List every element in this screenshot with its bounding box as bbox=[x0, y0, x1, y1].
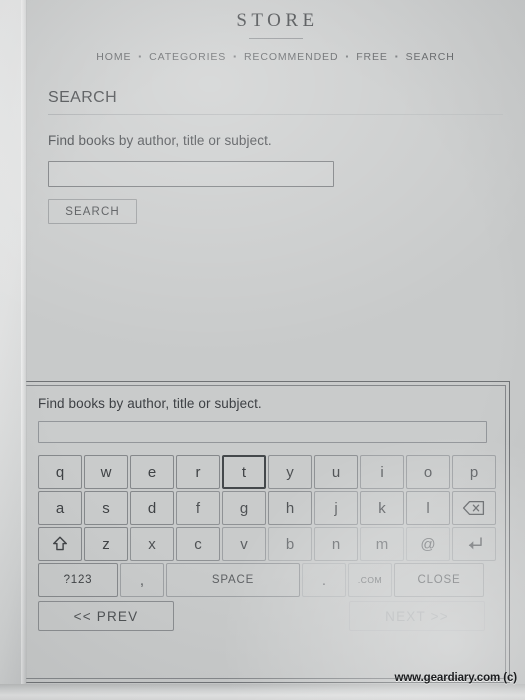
search-input[interactable] bbox=[48, 161, 334, 187]
prev-page-button[interactable]: << PREV bbox=[38, 601, 174, 631]
key-k[interactable]: k bbox=[360, 491, 404, 525]
store-page: STORE HOME ▪ CATEGORIES ▪ RECOMMENDED ▪ … bbox=[26, 0, 525, 224]
key-i[interactable]: i bbox=[360, 455, 404, 489]
key-h[interactable]: h bbox=[268, 491, 312, 525]
key-x[interactable]: x bbox=[130, 527, 174, 561]
key-space[interactable]: SPACE bbox=[166, 563, 300, 597]
key-o[interactable]: o bbox=[406, 455, 450, 489]
key-p[interactable]: p bbox=[452, 455, 496, 489]
key-u[interactable]: u bbox=[314, 455, 358, 489]
key-numbers[interactable]: ?123 bbox=[38, 563, 118, 597]
key-backspace[interactable] bbox=[452, 491, 496, 525]
key-close[interactable]: CLOSE bbox=[394, 563, 484, 597]
key-enter[interactable] bbox=[452, 527, 496, 561]
device-bezel-left-edge bbox=[21, 0, 27, 700]
key-e[interactable]: e bbox=[130, 455, 174, 489]
key-f[interactable]: f bbox=[176, 491, 220, 525]
search-button[interactable]: SEARCH bbox=[48, 199, 137, 224]
nav-separator-icon: ▪ bbox=[394, 52, 399, 61]
key-b[interactable]: b bbox=[268, 527, 312, 561]
key-at[interactable]: @ bbox=[406, 527, 450, 561]
store-title: STORE bbox=[236, 10, 319, 31]
nav-item-recommended[interactable]: RECOMMENDED bbox=[244, 51, 339, 63]
nav-item-free[interactable]: FREE bbox=[356, 51, 388, 63]
key-q[interactable]: q bbox=[38, 455, 82, 489]
keyboard-keys: q w e r t y u i o p a s d f g h j k l z x c v b n m @ ?123, SPACE. .C… bbox=[38, 455, 499, 597]
nav-item-search[interactable]: SEARCH bbox=[406, 51, 455, 63]
keyboard-row-3: z x c v b n m @ bbox=[38, 527, 499, 561]
keyboard-panel: Find books by author, title or subject. … bbox=[19, 381, 510, 683]
shift-icon bbox=[50, 534, 70, 554]
key-c[interactable]: c bbox=[176, 527, 220, 561]
keyboard-search-input[interactable] bbox=[38, 421, 487, 443]
key-y[interactable]: y bbox=[268, 455, 312, 489]
key-period[interactable]: . bbox=[302, 563, 346, 597]
keyboard-pagination: << PREV NEXT >> bbox=[38, 601, 485, 631]
nav-separator-icon: ▪ bbox=[345, 52, 350, 61]
search-prompt-label: Find books by author, title or subject. bbox=[48, 133, 272, 148]
key-w[interactable]: w bbox=[84, 455, 128, 489]
next-page-button[interactable]: NEXT >> bbox=[349, 601, 485, 631]
key-comma[interactable]: , bbox=[120, 563, 164, 597]
key-l[interactable]: l bbox=[406, 491, 450, 525]
key-v[interactable]: v bbox=[222, 527, 266, 561]
keyboard-row-2: asdfghjkl bbox=[38, 491, 499, 525]
key-z[interactable]: z bbox=[84, 527, 128, 561]
enter-icon bbox=[464, 535, 484, 553]
key-dotcom[interactable]: .COM bbox=[348, 563, 392, 597]
store-header: STORE HOME ▪ CATEGORIES ▪ RECOMMENDED ▪ … bbox=[26, 10, 525, 63]
keyboard-prompt-label: Find books by author, title or subject. bbox=[38, 396, 262, 411]
key-t[interactable]: t bbox=[222, 455, 266, 489]
store-nav: HOME ▪ CATEGORIES ▪ RECOMMENDED ▪ FREE ▪… bbox=[26, 51, 525, 63]
keyboard-row-1: qwertyuiop bbox=[38, 455, 499, 489]
nav-item-categories[interactable]: CATEGORIES bbox=[149, 51, 226, 63]
watermark: www.geardiary.com (c) bbox=[394, 672, 517, 684]
key-shift[interactable] bbox=[38, 527, 82, 561]
nav-separator-icon: ▪ bbox=[138, 52, 143, 61]
backspace-icon bbox=[462, 500, 486, 516]
nav-item-home[interactable]: HOME bbox=[96, 51, 131, 63]
device-bezel-bottom bbox=[0, 684, 525, 700]
page-title: SEARCH bbox=[48, 89, 118, 106]
key-m[interactable]: m bbox=[360, 527, 404, 561]
key-d[interactable]: d bbox=[130, 491, 174, 525]
keyboard-row-4: ?123, SPACE. .COM CLOSE bbox=[38, 563, 499, 597]
key-g[interactable]: g bbox=[222, 491, 266, 525]
key-a[interactable]: a bbox=[38, 491, 82, 525]
key-n[interactable]: n bbox=[314, 527, 358, 561]
key-s[interactable]: s bbox=[84, 491, 128, 525]
store-title-rule bbox=[248, 38, 303, 39]
key-j[interactable]: j bbox=[314, 491, 358, 525]
key-r[interactable]: r bbox=[176, 455, 220, 489]
section-divider bbox=[48, 114, 503, 115]
ereader-screenshot: STORE HOME ▪ CATEGORIES ▪ RECOMMENDED ▪ … bbox=[0, 0, 525, 700]
nav-separator-icon: ▪ bbox=[233, 52, 237, 61]
